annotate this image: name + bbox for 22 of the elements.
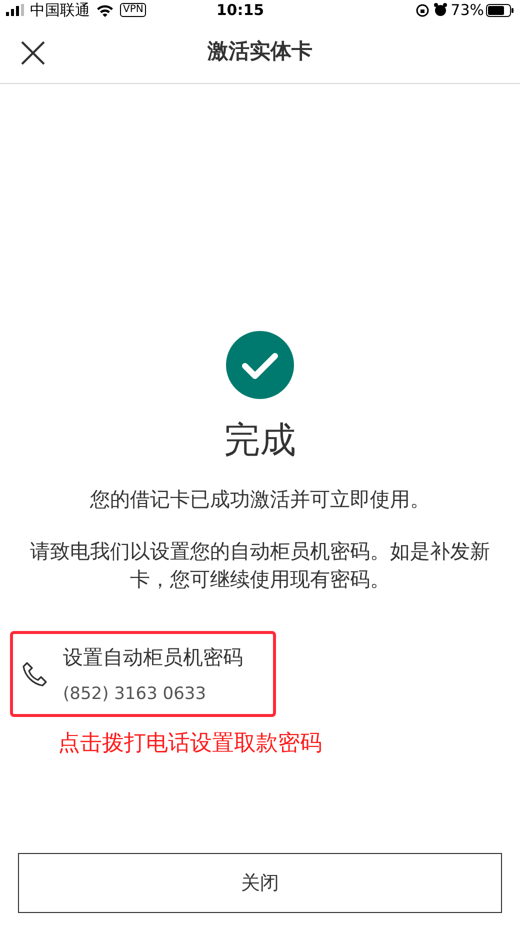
status-time: 10:15 bbox=[216, 0, 264, 21]
battery-percent: 73% bbox=[450, 0, 484, 21]
wifi-icon bbox=[96, 4, 114, 16]
carrier-name: 中国联通 bbox=[30, 0, 90, 21]
close-button[interactable] bbox=[20, 40, 46, 66]
battery-icon bbox=[486, 4, 514, 16]
contact-label: 设置自动柜员机密码 bbox=[63, 644, 243, 671]
annotation-text: 点击拨打电话设置取款密码 bbox=[58, 730, 323, 758]
signal-icon bbox=[6, 4, 26, 16]
phone-number: (852) 3163 0633 bbox=[63, 683, 208, 705]
result-note: 请致电我们以设置您的自动柜员机密码。如是补发新卡，您可继续使用现有密码。 bbox=[29, 538, 491, 593]
close-button[interactable]: 关闭 bbox=[18, 853, 502, 913]
page-title: 激活实体卡 bbox=[208, 38, 312, 65]
rotation-lock-icon bbox=[416, 4, 429, 16]
alarm-icon bbox=[434, 3, 447, 17]
close-icon bbox=[20, 40, 46, 66]
phone-icon bbox=[21, 660, 49, 688]
vpn-badge: VPN bbox=[120, 3, 146, 17]
result-title: 完成 bbox=[224, 419, 296, 463]
success-check-icon bbox=[226, 331, 294, 399]
result-message: 您的借记卡已成功激活并可立即使用。 bbox=[90, 486, 430, 513]
phone-link[interactable]: 设置自动柜员机密码 (852) 3163 0633 bbox=[10, 631, 276, 717]
